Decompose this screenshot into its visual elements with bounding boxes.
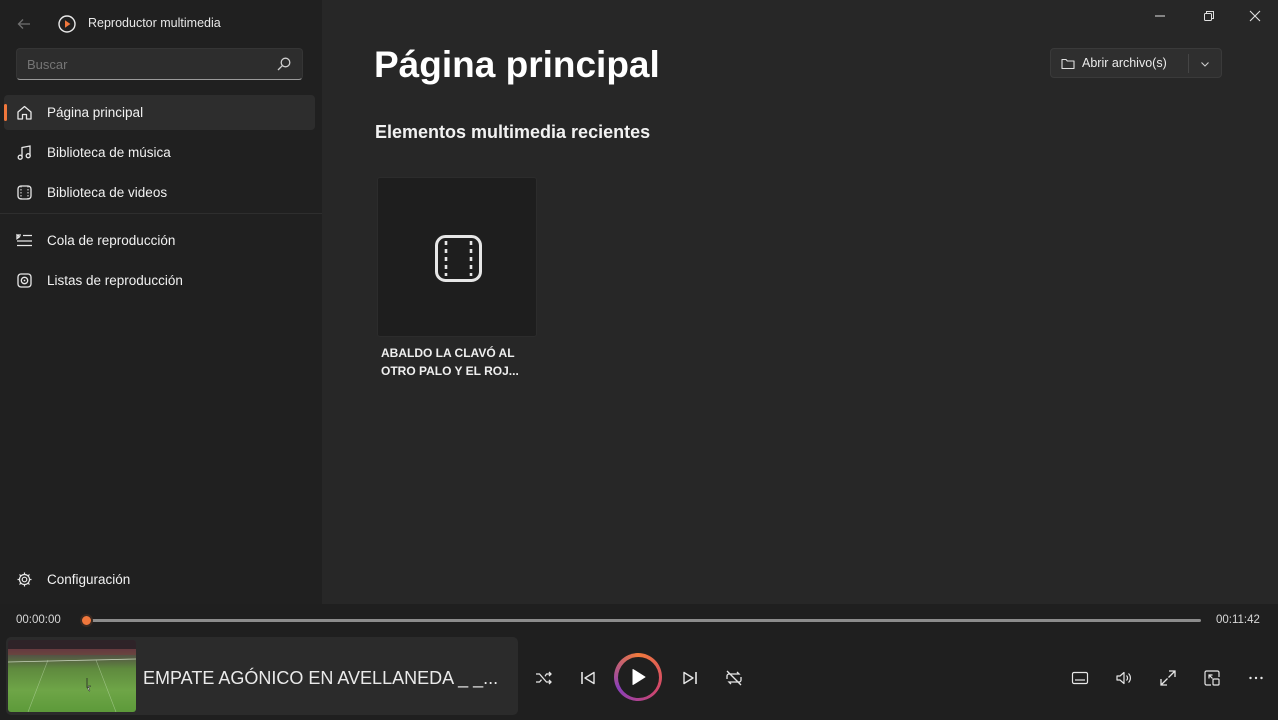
- repeat-off-icon: [726, 670, 742, 686]
- open-files-label: Abrir archivo(s): [1082, 56, 1167, 70]
- skip-back-icon: [581, 671, 595, 685]
- play-icon: [632, 669, 646, 685]
- sidebar-item-settings[interactable]: Configuración: [4, 562, 315, 597]
- previous-button[interactable]: [576, 666, 600, 690]
- sidebar-item-label: Cola de reproducción: [47, 233, 176, 248]
- video-icon: [17, 185, 32, 200]
- sidebar-divider: [0, 213, 322, 214]
- current-time: 00:00:00: [16, 614, 61, 626]
- sidebar-item-label: Página principal: [47, 105, 144, 120]
- sidebar-item-label: Biblioteca de música: [47, 145, 171, 160]
- sidebar-item-label: Listas de reproducción: [47, 273, 183, 288]
- sidebar-item-home[interactable]: Página principal: [4, 95, 315, 130]
- subtitles-button[interactable]: [1068, 666, 1092, 690]
- volume-button[interactable]: [1112, 666, 1136, 690]
- next-button[interactable]: [678, 666, 702, 690]
- shuffle-icon: [536, 671, 552, 685]
- home-icon: [17, 105, 32, 120]
- seek-bar[interactable]: [82, 619, 1201, 622]
- playlist-icon: [17, 273, 32, 288]
- active-indicator: [4, 104, 7, 121]
- minimize-icon: [1155, 15, 1165, 17]
- section-title: Elementos multimedia recientes: [375, 122, 651, 142]
- now-playing-title[interactable]: EMPATE AGÓNICO EN AVELLANEDA _ _...: [143, 668, 498, 689]
- restore-button[interactable]: [1197, 6, 1221, 26]
- sidebar-item-play-queue[interactable]: Cola de reproducción: [4, 223, 315, 258]
- queue-icon: [16, 233, 32, 247]
- more-icon: [1249, 676, 1263, 680]
- play-button-inner: [617, 656, 659, 698]
- mini-player-icon: [1204, 670, 1220, 686]
- shuffle-button[interactable]: [532, 666, 556, 690]
- sidebar-item-label: Biblioteca de videos: [47, 185, 168, 200]
- captions-icon: [1071, 671, 1089, 685]
- recent-media-tile[interactable]: [377, 177, 537, 337]
- page-title: Página principal: [374, 44, 660, 85]
- back-button[interactable]: [12, 12, 36, 36]
- close-icon: [1249, 10, 1261, 22]
- volume-icon: [1116, 671, 1131, 685]
- sidebar: Reproductor multimedia Página principal …: [0, 0, 322, 604]
- repeat-button[interactable]: [722, 666, 746, 690]
- more-options-button[interactable]: [1244, 666, 1268, 690]
- caption-line-1: ABALDO LA CLAVÓ AL: [381, 346, 515, 360]
- gear-icon: [17, 572, 32, 587]
- main-content: Página principal Abrir archivo(s) Elemen…: [322, 0, 1278, 604]
- skip-forward-icon: [683, 671, 697, 685]
- now-playing-card[interactable]: EMPATE AGÓNICO EN AVELLANEDA _ _...: [6, 637, 518, 715]
- button-divider: [1188, 54, 1189, 73]
- now-playing-thumbnail[interactable]: [8, 640, 136, 712]
- video-thumbnail-image: [8, 640, 136, 712]
- fullscreen-button[interactable]: [1156, 666, 1180, 690]
- back-arrow-icon: [17, 19, 30, 29]
- total-time: 00:11:42: [1216, 614, 1260, 626]
- mini-player-button[interactable]: [1200, 666, 1224, 690]
- app-title: Reproductor multimedia: [88, 16, 221, 30]
- search-icon[interactable]: [276, 56, 292, 72]
- restore-icon: [1204, 11, 1214, 21]
- minimize-button[interactable]: [1148, 6, 1172, 26]
- play-button[interactable]: [614, 653, 662, 701]
- seek-thumb[interactable]: [80, 614, 93, 627]
- search-input[interactable]: [27, 57, 267, 72]
- sidebar-item-label: Configuración: [47, 572, 131, 587]
- folder-icon: [1061, 58, 1075, 70]
- caption-line-2: OTRO PALO Y EL ROJ...: [381, 364, 519, 378]
- search-box[interactable]: [16, 48, 303, 80]
- music-note-icon: [17, 145, 31, 160]
- open-files-button[interactable]: Abrir archivo(s): [1050, 48, 1222, 78]
- close-button[interactable]: [1243, 6, 1267, 26]
- sidebar-item-playlists[interactable]: Listas de reproducción: [4, 263, 315, 298]
- sidebar-item-music-library[interactable]: Biblioteca de música: [4, 135, 315, 170]
- video-frame-icon: [435, 235, 482, 282]
- recent-media-caption[interactable]: ABALDO LA CLAVÓ AL OTRO PALO Y EL ROJ...: [381, 344, 541, 380]
- app-logo-icon: [58, 15, 76, 33]
- sidebar-item-video-library[interactable]: Biblioteca de videos: [4, 175, 315, 210]
- title-bar: Reproductor multimedia: [0, 0, 322, 48]
- chevron-down-icon[interactable]: [1199, 58, 1211, 70]
- fullscreen-icon: [1160, 670, 1176, 686]
